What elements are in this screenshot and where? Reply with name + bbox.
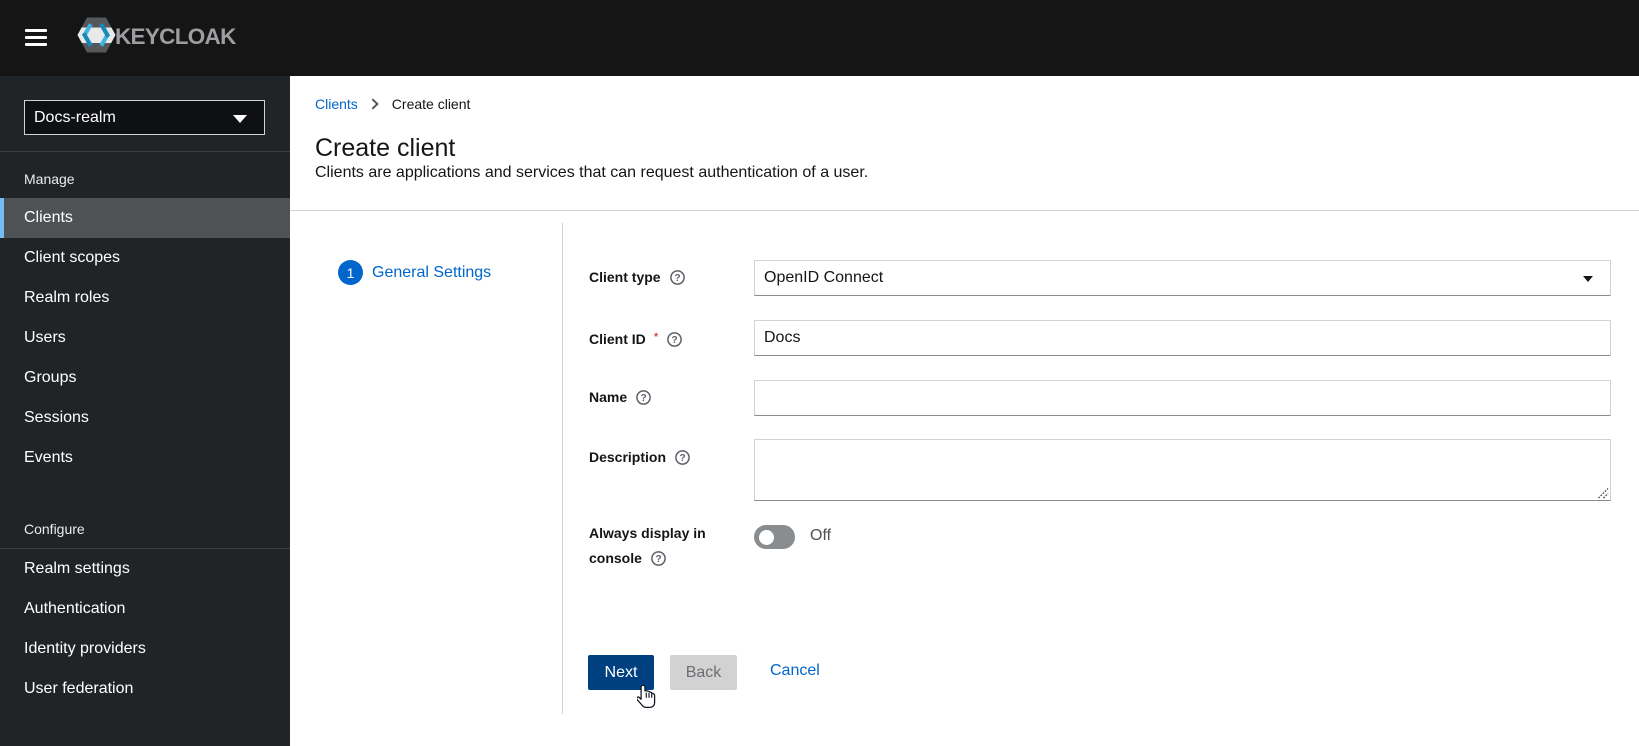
svg-text:?: ?: [641, 393, 647, 404]
svg-text:?: ?: [672, 335, 678, 346]
svg-text:?: ?: [674, 273, 680, 284]
svg-text:?: ?: [679, 453, 685, 464]
svg-text:?: ?: [655, 554, 661, 565]
svg-text:KEYCLOAK: KEYCLOAK: [115, 24, 237, 49]
